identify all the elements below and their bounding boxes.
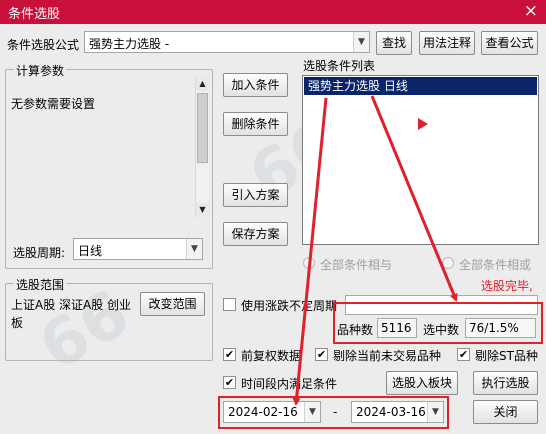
params-group: 计算参数 无参数需要设置 ▲ ▼ 选股周期: 日线 ▼	[5, 62, 213, 269]
adjusted-data-checkbox[interactable]: ✔	[223, 348, 236, 361]
all-or-label: 全部条件相或	[459, 258, 532, 272]
save-scheme-button[interactable]: 保存方案	[223, 222, 288, 246]
condition-list[interactable]: 强势主力选股 日线	[302, 75, 539, 245]
scope-text: 上证A股 深证A股 创业板	[11, 298, 132, 330]
scope-group-title: 选股范围	[14, 276, 67, 293]
scroll-up-icon[interactable]: ▲	[196, 77, 209, 91]
import-scheme-button[interactable]: 引入方案	[223, 183, 288, 207]
add-to-block-button[interactable]: 选股入板块	[386, 371, 458, 395]
params-scrollbar[interactable]: ▲ ▼	[195, 77, 209, 217]
exclude-no-trade-checkbox[interactable]: ✔	[315, 348, 328, 361]
run-selection-button[interactable]: 执行选股	[473, 371, 538, 395]
price-change-label: 使用涨跌不定周期	[241, 299, 338, 313]
view-formula-button[interactable]: 查看公式	[481, 31, 538, 55]
close-icon[interactable]: ×	[524, 1, 538, 21]
add-condition-button[interactable]: 加入条件	[223, 73, 288, 97]
exclude-st-checkbox[interactable]: ✔	[457, 348, 470, 361]
adjusted-data-label: 前复权数据	[241, 349, 302, 363]
formula-label: 条件选股公式	[7, 38, 80, 52]
dialog-body: 66 66 条件选股公式 强势主力选股 - ▼ 查找 用法注释 查看公式 计算参…	[0, 24, 546, 434]
exclude-st-label: 剔除ST品种	[475, 349, 538, 363]
scroll-thumb[interactable]	[197, 93, 208, 163]
period-select[interactable]: 日线 ▼	[73, 238, 203, 260]
scope-group: 选股范围 上证A股 深证A股 创业板 改变范围	[5, 276, 213, 361]
exclude-no-trade-label: 剔除当前未交易品种	[333, 349, 442, 363]
date-range-highlight-box	[218, 396, 449, 429]
chevron-down-icon[interactable]: ▼	[353, 32, 369, 52]
price-change-checkbox[interactable]	[223, 298, 236, 311]
time-range-checkbox[interactable]: ✔	[223, 376, 236, 389]
window-title: 条件选股	[8, 7, 61, 22]
all-and-label: 全部条件相与	[320, 258, 393, 272]
delete-condition-button[interactable]: 删除条件	[223, 112, 288, 136]
chevron-down-icon[interactable]: ▼	[186, 239, 202, 259]
counts-highlight-box	[333, 302, 543, 344]
params-group-title: 计算参数	[14, 62, 67, 79]
formula-select[interactable]: 强势主力选股 - ▼	[84, 31, 370, 53]
usage-notes-button[interactable]: 用法注释	[419, 31, 475, 55]
status-text: 选股完毕,	[481, 279, 533, 293]
period-select-value: 日线	[78, 244, 103, 258]
all-and-radio[interactable]	[303, 257, 315, 269]
condition-list-label: 选股条件列表	[303, 59, 376, 73]
condition-list-item[interactable]: 强势主力选股 日线	[304, 77, 537, 95]
time-range-label: 时间段内满足条件	[241, 377, 338, 391]
close-button[interactable]: 关闭	[473, 400, 538, 424]
title-bar: 条件选股 ×	[0, 0, 546, 24]
period-label: 选股周期:	[13, 246, 66, 260]
find-button[interactable]: 查找	[376, 31, 412, 55]
all-or-radio[interactable]	[442, 257, 454, 269]
params-text: 无参数需要设置	[11, 97, 96, 111]
formula-select-value: 强势主力选股 -	[89, 37, 170, 51]
scroll-down-icon[interactable]: ▼	[196, 203, 209, 217]
change-scope-button[interactable]: 改变范围	[140, 292, 205, 316]
